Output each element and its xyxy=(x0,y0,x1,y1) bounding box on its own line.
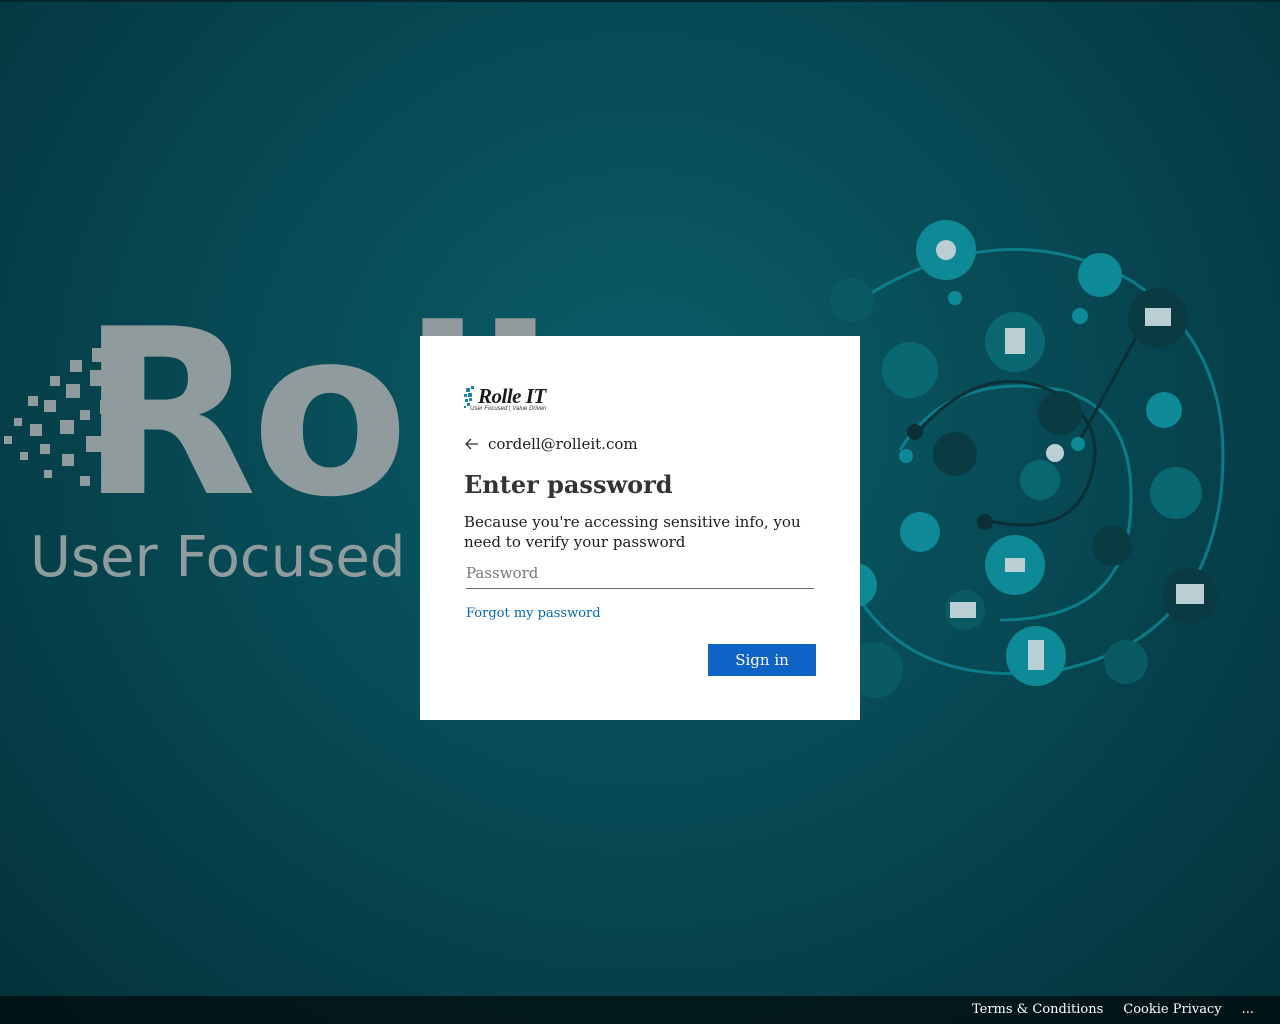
password-input[interactable] xyxy=(466,558,814,589)
footer: Terms & Conditions Cookie Privacy ... xyxy=(0,996,1280,1024)
footer-more-menu[interactable]: ... xyxy=(1242,1002,1254,1017)
page-title: Enter password xyxy=(464,470,673,499)
sign-in-button[interactable]: Sign in xyxy=(708,644,816,676)
description-text: Because you're accessing sensitive info,… xyxy=(464,513,801,551)
footer-terms-link[interactable]: Terms & Conditions xyxy=(972,1002,1103,1017)
brand-tagline: User Focused | Value Driven xyxy=(470,406,547,412)
signin-card: Rolle IT User Focused | Value Driven cor… xyxy=(420,336,860,720)
back-arrow-icon[interactable] xyxy=(464,434,488,454)
identity-banner: cordell@rolleit.com xyxy=(464,434,638,454)
footer-privacy-link[interactable]: Cookie Privacy xyxy=(1123,1002,1221,1017)
top-border xyxy=(0,0,1280,2)
identity-email: cordell@rolleit.com xyxy=(488,435,638,453)
forgot-password-link[interactable]: Forgot my password xyxy=(466,606,601,621)
brand-logo: Rolle IT User Focused | Value Driven xyxy=(464,384,564,418)
footer-links: Terms & Conditions Cookie Privacy ... xyxy=(972,1002,1254,1017)
background-network-graphic xyxy=(830,220,1225,698)
